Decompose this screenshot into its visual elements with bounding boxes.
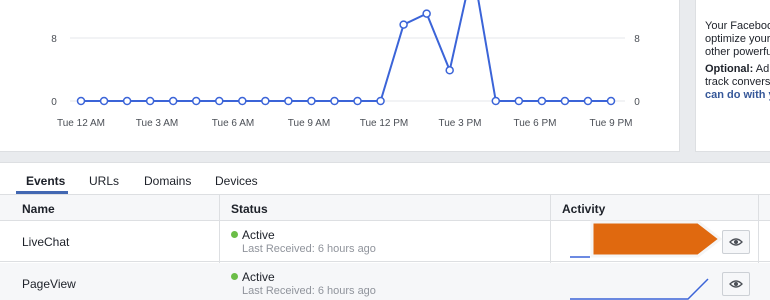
data-point [376, 96, 385, 106]
eye-icon [729, 280, 743, 288]
data-point [261, 96, 270, 106]
events-chart-card: 8 0 8 0 Tue 12 AM Tue 3 AM Tue 6 AM Tue 9 AM Tue… [0, 0, 680, 152]
x-tick-label: Tue 9 AM [288, 118, 330, 129]
series-line [81, 0, 611, 102]
last-received: Last Received: 6 hours ago [242, 285, 376, 297]
callout-arrow-shape [590, 220, 723, 258]
info-optional-line: Optional: Ad [705, 63, 770, 76]
column-header-name[interactable]: Name [22, 202, 55, 216]
data-point [353, 96, 362, 106]
data-point [145, 96, 155, 106]
x-tick-label: Tue 9 PM [590, 118, 633, 129]
data-point [491, 96, 501, 106]
data-point [514, 96, 524, 106]
info-line-2: optimize your [705, 33, 770, 45]
data-point [422, 9, 431, 18]
table-header: Name Status Activity [0, 195, 770, 221]
x-tick-label: Tue 6 PM [514, 118, 557, 129]
active-tab-indicator [16, 191, 68, 194]
data-point [215, 96, 224, 106]
info-side-panel: Your Faceboo optimize your other powerfu… [695, 0, 770, 152]
event-name: PageView [22, 277, 76, 291]
data-point [284, 96, 293, 106]
data-point [399, 20, 408, 29]
x-tick-label: Tue 3 PM [439, 118, 482, 129]
x-tick-label: Tue 12 PM [360, 118, 409, 129]
last-received: Last Received: 6 hours ago [242, 243, 376, 255]
x-tick-label: Tue 12 AM [57, 118, 105, 129]
data-point [307, 96, 316, 106]
data-point [330, 96, 339, 106]
y-tick-label-left: 8 [51, 34, 57, 45]
view-event-button[interactable] [722, 272, 750, 296]
data-point [537, 96, 547, 106]
tab-events[interactable]: Events [26, 174, 65, 188]
data-point [606, 96, 616, 106]
view-event-button[interactable] [722, 230, 750, 254]
eye-icon [729, 238, 743, 246]
annotation-arrow-callout [590, 220, 723, 258]
info-line-1: Your Faceboo [705, 20, 770, 32]
column-header-status[interactable]: Status [231, 202, 268, 216]
y-tick-label-right: 8 [634, 34, 640, 45]
data-point [560, 96, 570, 106]
tab-domains[interactable]: Domains [144, 174, 191, 188]
tab-devices[interactable]: Devices [215, 174, 258, 188]
data-point [191, 96, 201, 106]
column-header-activity[interactable]: Activity [562, 202, 605, 216]
data-point [99, 96, 109, 106]
status-text: Active [242, 228, 275, 242]
optional-label: Optional: [705, 63, 754, 75]
data-point [76, 96, 86, 106]
activity-sparkline [570, 278, 709, 300]
info-line-3: other powerfu [705, 46, 770, 58]
status-active-dot [231, 231, 238, 238]
data-point [168, 96, 178, 106]
tab-urls[interactable]: URLs [89, 174, 119, 188]
y-tick-label-left: 0 [51, 97, 57, 108]
status-active-dot [231, 273, 238, 280]
event-name: LiveChat [22, 235, 70, 249]
y-tick-label-right: 0 [634, 97, 640, 108]
tab-bar: Events URLs Domains Devices [0, 163, 770, 195]
x-tick-label: Tue 6 AM [212, 118, 254, 129]
info-learn-link[interactable]: can do with y [705, 89, 770, 102]
events-line-chart: 8080Tue 12 AM Tue 3 AM Tue 6 AM Tue 9 AM Tue… [51, 0, 640, 129]
x-tick-label: Tue 3 AM [136, 118, 178, 129]
data-point [122, 96, 132, 106]
data-point [445, 66, 454, 75]
data-point [238, 96, 247, 106]
data-point [583, 96, 593, 106]
sparkline-line [570, 278, 709, 300]
table-row[interactable]: PageView Active Last Received: 6 hours a… [0, 263, 770, 300]
info-line-5: track conversi [705, 76, 770, 88]
optional-text: Ad [753, 63, 770, 75]
status-text: Active [242, 270, 275, 284]
